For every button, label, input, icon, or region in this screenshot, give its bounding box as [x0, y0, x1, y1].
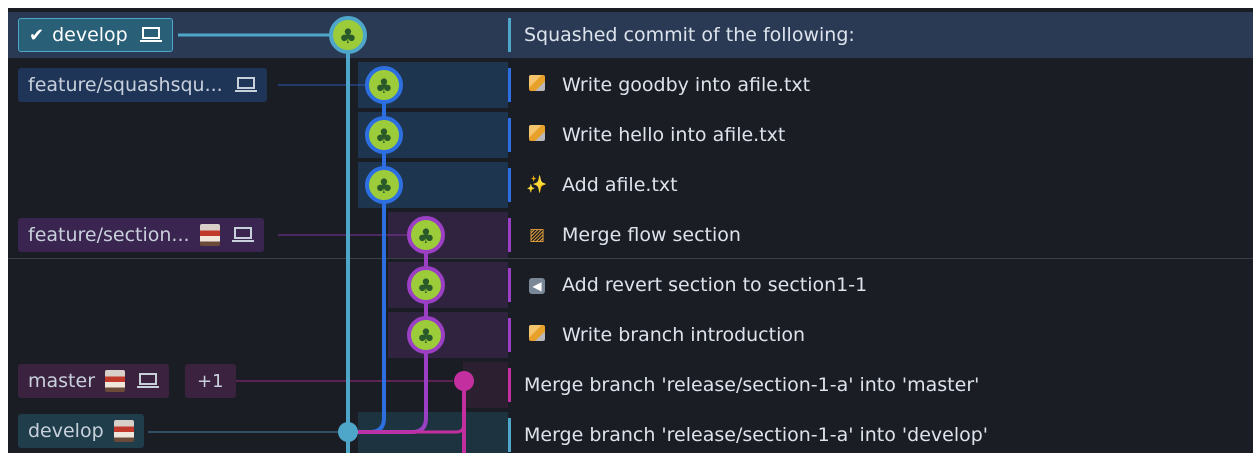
branch-color-bar — [508, 268, 511, 302]
commit-message[interactable]: Merge branch 'release/section-1-a' into … — [524, 362, 979, 408]
svg-text:♣: ♣ — [417, 224, 435, 248]
ref-label: feature/section... — [28, 224, 190, 246]
commit-graph-panel: ♣ ♣ ♣ ♣ ♣ ♣ ♣ ✔ develop feature/squashsq… — [8, 8, 1253, 453]
ref-label: feature/squashsqu... — [28, 74, 223, 96]
merge-commit-dot[interactable] — [338, 422, 358, 442]
branch-color-bar — [508, 418, 511, 452]
commit-message[interactable]: Write branch introduction — [524, 312, 805, 358]
commit-message[interactable]: Squashed commit of the following: — [524, 12, 855, 58]
commit-node[interactable]: ♣ — [407, 316, 445, 354]
laptop-icon — [231, 227, 254, 242]
avatar — [105, 370, 126, 392]
laptop-icon — [139, 27, 162, 42]
branch-color-bar — [508, 318, 511, 352]
commit-node[interactable]: ♣ — [365, 116, 403, 154]
commit-node[interactable]: ♣ — [365, 66, 403, 104]
ref-chip-develop-remote[interactable]: develop — [18, 414, 144, 448]
svg-text:♣: ♣ — [339, 24, 357, 48]
svg-text:♣: ♣ — [375, 124, 393, 148]
avatar — [113, 420, 134, 442]
avatar — [199, 224, 220, 246]
check-icon: ✔ — [29, 24, 45, 46]
branch-color-bar — [508, 18, 511, 52]
branch-color-bar — [508, 368, 511, 402]
laptop-icon — [137, 373, 160, 388]
ref-chip-master[interactable]: master — [18, 364, 170, 398]
ref-chip-develop-head[interactable]: ✔ develop — [18, 18, 173, 52]
svg-text:♣: ♣ — [417, 274, 435, 298]
commit-node[interactable]: ♣ — [329, 16, 367, 54]
commit-message[interactable]: Write hello into afile.txt — [524, 112, 785, 158]
commit-message[interactable]: ◀ Add revert section to section1-1 — [524, 262, 867, 308]
commit-message[interactable]: Write goodby into afile.txt — [524, 62, 810, 108]
commit-message[interactable]: ✨ Add afile.txt — [524, 162, 677, 208]
commit-node[interactable]: ♣ — [365, 166, 403, 204]
commit-message[interactable]: Merge branch 'release/section-1-a' into … — [524, 412, 988, 453]
ref-label: develop — [28, 420, 104, 442]
commit-node[interactable]: ♣ — [407, 266, 445, 304]
branch-line-magenta-merge — [348, 423, 466, 434]
svg-text:♣: ♣ — [417, 324, 435, 348]
rewind-icon: ◀ — [524, 275, 550, 295]
pencil-icon — [524, 124, 550, 146]
pencil-icon — [524, 324, 550, 346]
sparkles-icon: ✨ — [526, 175, 548, 195]
svg-text:♣: ♣ — [375, 74, 393, 98]
ref-label: master — [28, 370, 96, 392]
commit-node[interactable]: ♣ — [407, 216, 445, 254]
branch-color-bar — [508, 68, 511, 102]
branch-color-bar — [508, 118, 511, 152]
construction-icon: ▨ — [528, 225, 546, 245]
branch-color-bar — [508, 168, 511, 202]
branch-color-bar — [508, 218, 511, 252]
commit-message[interactable]: ▨ Merge flow section — [524, 212, 741, 258]
merge-commit-dot[interactable] — [454, 371, 474, 391]
more-refs-badge[interactable]: +1 — [185, 364, 236, 398]
pencil-icon — [524, 74, 550, 96]
laptop-icon — [234, 77, 257, 92]
ref-chip-feature-section[interactable]: feature/section... — [18, 218, 264, 252]
svg-text:♣: ♣ — [375, 174, 393, 198]
ref-chip-feature-squash[interactable]: feature/squashsqu... — [18, 68, 267, 102]
ref-label: develop — [52, 24, 128, 46]
